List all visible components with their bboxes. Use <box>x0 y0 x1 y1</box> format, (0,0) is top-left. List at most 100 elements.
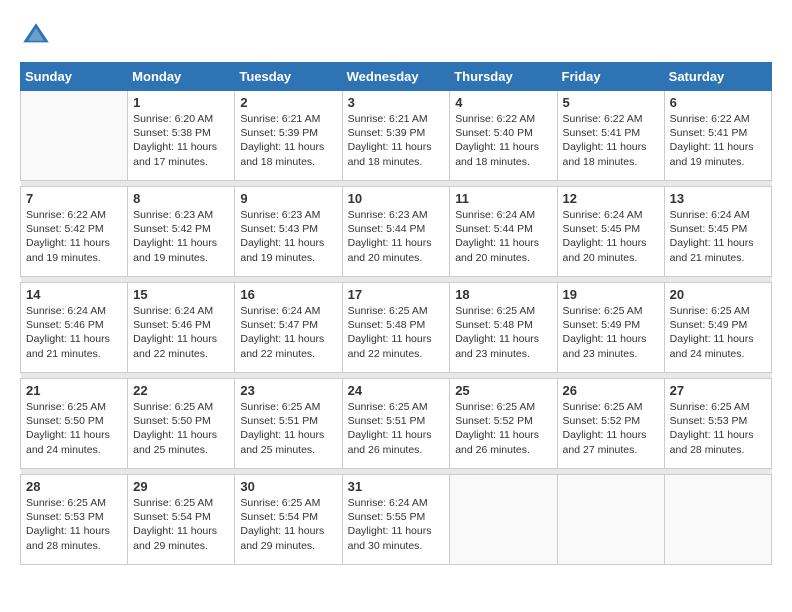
day-info: Sunrise: 6:25 AM Sunset: 5:50 PM Dayligh… <box>26 400 122 457</box>
day-info: Sunrise: 6:24 AM Sunset: 5:45 PM Dayligh… <box>563 208 659 265</box>
week-row-1: 7 Sunrise: 6:22 AM Sunset: 5:42 PM Daylig… <box>21 187 772 277</box>
week-row-0: 1Sunrise: 6:20 AM Sunset: 5:38 PM Daylig… <box>21 91 772 181</box>
day-number: 5 <box>563 95 659 110</box>
table-row: 12 Sunrise: 6:24 AM Sunset: 5:45 PM Dayli… <box>557 187 664 277</box>
day-info: Sunrise: 6:21 AM Sunset: 5:39 PM Dayligh… <box>348 112 445 169</box>
table-row: 14 Sunrise: 6:24 AM Sunset: 5:46 PM Dayli… <box>21 283 128 373</box>
table-row: 21 Sunrise: 6:25 AM Sunset: 5:50 PM Dayli… <box>21 379 128 469</box>
day-info: Sunrise: 6:24 AM Sunset: 5:46 PM Dayligh… <box>26 304 122 361</box>
day-number: 10 <box>348 191 445 206</box>
table-row: 23 Sunrise: 6:25 AM Sunset: 5:51 PM Dayli… <box>235 379 342 469</box>
logo <box>20 20 56 52</box>
day-number: 18 <box>455 287 551 302</box>
table-row: 22 Sunrise: 6:25 AM Sunset: 5:50 PM Dayli… <box>128 379 235 469</box>
table-row <box>557 475 664 565</box>
day-info: Sunrise: 6:22 AM Sunset: 5:42 PM Dayligh… <box>26 208 122 265</box>
day-number: 20 <box>670 287 766 302</box>
day-number: 7 <box>26 191 122 206</box>
day-number: 31 <box>348 479 445 494</box>
table-row: 3 Sunrise: 6:21 AM Sunset: 5:39 PM Daylig… <box>342 91 450 181</box>
table-row <box>664 475 771 565</box>
table-row: 28Sunrise: 6:25 AM Sunset: 5:53 PM Dayli… <box>21 475 128 565</box>
table-row: 9 Sunrise: 6:23 AM Sunset: 5:43 PM Daylig… <box>235 187 342 277</box>
day-info: Sunrise: 6:25 AM Sunset: 5:48 PM Dayligh… <box>455 304 551 361</box>
header-thursday: Thursday <box>450 63 557 91</box>
table-row: 18 Sunrise: 6:25 AM Sunset: 5:48 PM Dayli… <box>450 283 557 373</box>
day-info: Sunrise: 6:25 AM Sunset: 5:50 PM Dayligh… <box>133 400 229 457</box>
day-number: 16 <box>240 287 336 302</box>
table-row: 11 Sunrise: 6:24 AM Sunset: 5:44 PM Dayli… <box>450 187 557 277</box>
day-number: 25 <box>455 383 551 398</box>
day-info: Sunrise: 6:21 AM Sunset: 5:39 PM Dayligh… <box>240 112 336 169</box>
day-info: Sunrise: 6:22 AM Sunset: 5:40 PM Dayligh… <box>455 112 551 169</box>
day-number: 6 <box>670 95 766 110</box>
day-number: 8 <box>133 191 229 206</box>
header-tuesday: Tuesday <box>235 63 342 91</box>
day-number: 1 <box>133 95 229 110</box>
day-info: Sunrise: 6:25 AM Sunset: 5:49 PM Dayligh… <box>670 304 766 361</box>
day-info: Sunrise: 6:25 AM Sunset: 5:52 PM Dayligh… <box>455 400 551 457</box>
day-number: 13 <box>670 191 766 206</box>
day-number: 14 <box>26 287 122 302</box>
day-number: 4 <box>455 95 551 110</box>
table-row: 7 Sunrise: 6:22 AM Sunset: 5:42 PM Daylig… <box>21 187 128 277</box>
day-number: 17 <box>348 287 445 302</box>
table-row: 19Sunrise: 6:25 AM Sunset: 5:49 PM Dayli… <box>557 283 664 373</box>
table-row: 15 Sunrise: 6:24 AM Sunset: 5:46 PM Dayli… <box>128 283 235 373</box>
table-row: 29 Sunrise: 6:25 AM Sunset: 5:54 PM Dayli… <box>128 475 235 565</box>
day-number: 24 <box>348 383 445 398</box>
day-number: 22 <box>133 383 229 398</box>
day-number: 30 <box>240 479 336 494</box>
day-number: 26 <box>563 383 659 398</box>
day-info: Sunrise: 6:25 AM Sunset: 5:52 PM Dayligh… <box>563 400 659 457</box>
table-row: 31Sunrise: 6:24 AM Sunset: 5:55 PM Dayli… <box>342 475 450 565</box>
table-row: 2 Sunrise: 6:21 AM Sunset: 5:39 PM Daylig… <box>235 91 342 181</box>
table-row: 27Sunrise: 6:25 AM Sunset: 5:53 PM Dayli… <box>664 379 771 469</box>
day-info: Sunrise: 6:24 AM Sunset: 5:46 PM Dayligh… <box>133 304 229 361</box>
table-row: 5 Sunrise: 6:22 AM Sunset: 5:41 PM Daylig… <box>557 91 664 181</box>
day-number: 2 <box>240 95 336 110</box>
day-number: 29 <box>133 479 229 494</box>
table-row: 16 Sunrise: 6:24 AM Sunset: 5:47 PM Dayli… <box>235 283 342 373</box>
header-wednesday: Wednesday <box>342 63 450 91</box>
day-number: 21 <box>26 383 122 398</box>
table-row: 24Sunrise: 6:25 AM Sunset: 5:51 PM Dayli… <box>342 379 450 469</box>
day-info: Sunrise: 6:22 AM Sunset: 5:41 PM Dayligh… <box>670 112 766 169</box>
day-number: 12 <box>563 191 659 206</box>
day-info: Sunrise: 6:24 AM Sunset: 5:47 PM Dayligh… <box>240 304 336 361</box>
day-info: Sunrise: 6:23 AM Sunset: 5:43 PM Dayligh… <box>240 208 336 265</box>
day-info: Sunrise: 6:25 AM Sunset: 5:53 PM Dayligh… <box>670 400 766 457</box>
table-row: 26 Sunrise: 6:25 AM Sunset: 5:52 PM Dayli… <box>557 379 664 469</box>
page-header <box>20 20 772 52</box>
week-row-2: 14 Sunrise: 6:24 AM Sunset: 5:46 PM Dayli… <box>21 283 772 373</box>
table-row: 1Sunrise: 6:20 AM Sunset: 5:38 PM Daylig… <box>128 91 235 181</box>
calendar-table: SundayMondayTuesdayWednesdayThursdayFrid… <box>20 62 772 565</box>
day-number: 11 <box>455 191 551 206</box>
table-row: 10 Sunrise: 6:23 AM Sunset: 5:44 PM Dayli… <box>342 187 450 277</box>
table-row: 30Sunrise: 6:25 AM Sunset: 5:54 PM Dayli… <box>235 475 342 565</box>
header-friday: Friday <box>557 63 664 91</box>
table-row <box>450 475 557 565</box>
day-info: Sunrise: 6:25 AM Sunset: 5:54 PM Dayligh… <box>133 496 229 553</box>
header-sunday: Sunday <box>21 63 128 91</box>
table-row: 17 Sunrise: 6:25 AM Sunset: 5:48 PM Dayli… <box>342 283 450 373</box>
header-monday: Monday <box>128 63 235 91</box>
day-info: Sunrise: 6:23 AM Sunset: 5:44 PM Dayligh… <box>348 208 445 265</box>
day-number: 9 <box>240 191 336 206</box>
calendar-header-row: SundayMondayTuesdayWednesdayThursdayFrid… <box>21 63 772 91</box>
table-row: 20 Sunrise: 6:25 AM Sunset: 5:49 PM Dayli… <box>664 283 771 373</box>
day-info: Sunrise: 6:22 AM Sunset: 5:41 PM Dayligh… <box>563 112 659 169</box>
table-row: 25 Sunrise: 6:25 AM Sunset: 5:52 PM Dayli… <box>450 379 557 469</box>
day-info: Sunrise: 6:24 AM Sunset: 5:44 PM Dayligh… <box>455 208 551 265</box>
day-info: Sunrise: 6:25 AM Sunset: 5:51 PM Dayligh… <box>240 400 336 457</box>
day-info: Sunrise: 6:25 AM Sunset: 5:49 PM Dayligh… <box>563 304 659 361</box>
logo-icon <box>20 20 52 52</box>
day-number: 3 <box>348 95 445 110</box>
header-saturday: Saturday <box>664 63 771 91</box>
day-number: 15 <box>133 287 229 302</box>
day-number: 23 <box>240 383 336 398</box>
day-info: Sunrise: 6:24 AM Sunset: 5:45 PM Dayligh… <box>670 208 766 265</box>
week-row-4: 28Sunrise: 6:25 AM Sunset: 5:53 PM Dayli… <box>21 475 772 565</box>
week-row-3: 21 Sunrise: 6:25 AM Sunset: 5:50 PM Dayli… <box>21 379 772 469</box>
day-info: Sunrise: 6:25 AM Sunset: 5:48 PM Dayligh… <box>348 304 445 361</box>
